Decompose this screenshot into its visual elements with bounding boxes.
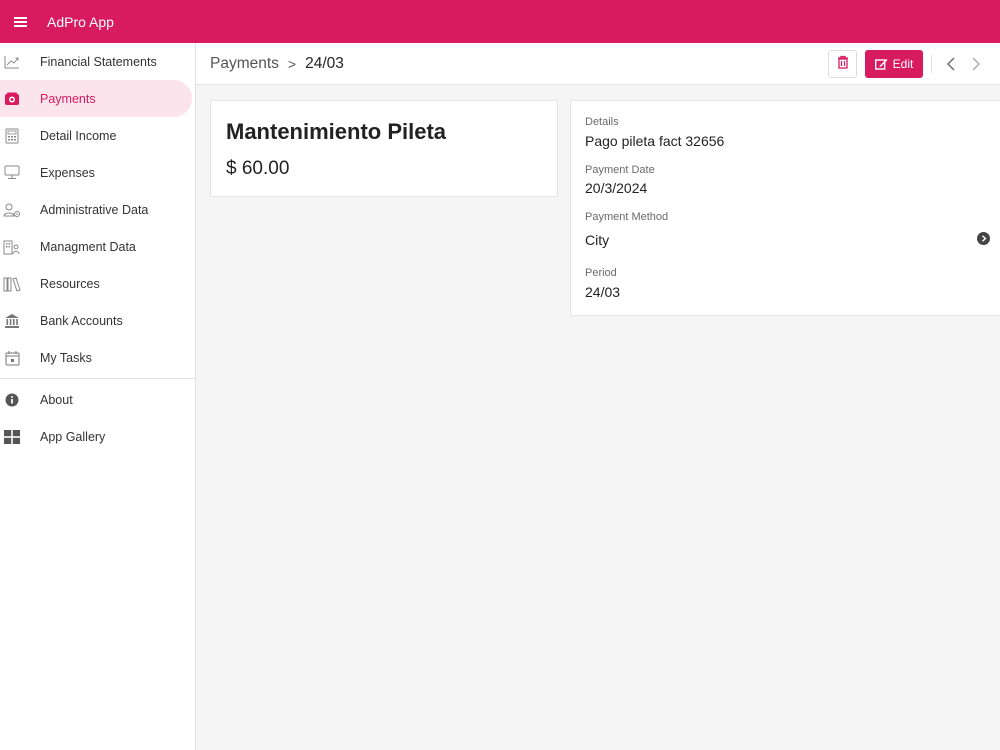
payments-icon <box>3 90 21 108</box>
sidebar-item-app-gallery[interactable]: App Gallery <box>0 418 195 455</box>
calendar-icon <box>3 349 21 367</box>
page-header: Payments > 24/03 Edit <box>196 43 1000 85</box>
sidebar-item-label: Resources <box>40 276 100 291</box>
payment-method-label: Payment Method <box>585 211 669 223</box>
sidebar-item-administrative-data[interactable]: Administrative Data <box>0 191 195 228</box>
books-icon <box>3 275 21 293</box>
sidebar-item-label: Bank Accounts <box>40 313 123 328</box>
period-value: 24/03 <box>585 284 621 300</box>
chevron-right-circle-icon[interactable] <box>977 232 990 245</box>
building-user-icon <box>3 238 21 256</box>
chevron-left-icon <box>947 57 955 71</box>
edit-button-label: Edit <box>892 57 914 71</box>
payment-method-value[interactable]: City <box>585 232 609 248</box>
sidebar-item-my-tasks[interactable]: My Tasks <box>0 339 195 376</box>
sidebar-item-resources[interactable]: Resources <box>0 265 195 302</box>
previous-record-button[interactable] <box>941 52 961 76</box>
user-gear-icon <box>3 201 21 219</box>
sidebar: Financial Statements Payments Detail Inc… <box>0 43 196 750</box>
edit-button[interactable]: Edit <box>865 50 923 78</box>
header-divider <box>931 55 932 73</box>
breadcrumb: Payments > 24/03 <box>210 55 344 73</box>
sidebar-item-label: Detail Income <box>40 128 117 143</box>
bank-icon <box>3 312 21 330</box>
sidebar-item-label: Payments <box>40 91 96 106</box>
sidebar-item-expenses[interactable]: Expenses <box>0 154 195 191</box>
sidebar-item-label: Expenses <box>40 165 95 180</box>
sidebar-divider <box>0 378 195 379</box>
period-label: Period <box>585 267 617 279</box>
sidebar-item-financial-statements[interactable]: Financial Statements <box>0 43 195 80</box>
sidebar-item-label: Financial Statements <box>40 54 157 69</box>
info-icon <box>3 391 21 409</box>
sidebar-item-detail-income[interactable]: Detail Income <box>0 117 195 154</box>
breadcrumb-separator: > <box>287 55 297 72</box>
chevron-right-icon <box>972 57 980 71</box>
payment-amount: $ 60.00 <box>226 158 290 179</box>
details-value: Pago pileta fact 32656 <box>585 133 725 149</box>
next-record-button[interactable] <box>966 52 986 76</box>
sidebar-item-label: Managment Data <box>40 239 136 254</box>
payment-details-card: Details Pago pileta fact 32656 Payment D… <box>570 100 1000 316</box>
hamburger-menu-icon[interactable] <box>0 0 40 43</box>
payment-name: Mantenimiento Pileta <box>226 119 447 144</box>
trash-icon <box>837 55 849 74</box>
breadcrumb-current: 24/03 <box>305 54 344 72</box>
calculator-icon <box>3 127 21 145</box>
app-header-bar: AdPro App <box>0 0 1000 43</box>
breadcrumb-link-payments[interactable]: Payments <box>210 55 279 73</box>
sidebar-item-bank-accounts[interactable]: Bank Accounts <box>0 302 195 339</box>
payment-date-value: 20/3/2024 <box>585 180 648 196</box>
payment-summary-card: Mantenimiento Pileta $ 60.00 <box>210 100 558 197</box>
payment-date-label: Payment Date <box>585 164 655 176</box>
grid-icon <box>3 428 21 446</box>
sidebar-item-payments[interactable]: Payments <box>0 80 192 117</box>
sidebar-item-label: About <box>40 392 73 407</box>
edit-icon <box>874 59 888 70</box>
sidebar-item-label: App Gallery <box>40 429 106 444</box>
app-title: AdPro App <box>47 13 114 30</box>
sidebar-item-label: Administrative Data <box>40 202 149 217</box>
monitor-icon <box>3 164 21 182</box>
chart-line-icon <box>3 53 21 71</box>
sidebar-item-label: My Tasks <box>40 350 92 365</box>
details-label: Details <box>585 116 619 128</box>
sidebar-item-managment-data[interactable]: Managment Data <box>0 228 195 265</box>
delete-button[interactable] <box>828 50 857 78</box>
sidebar-item-about[interactable]: About <box>0 381 195 418</box>
